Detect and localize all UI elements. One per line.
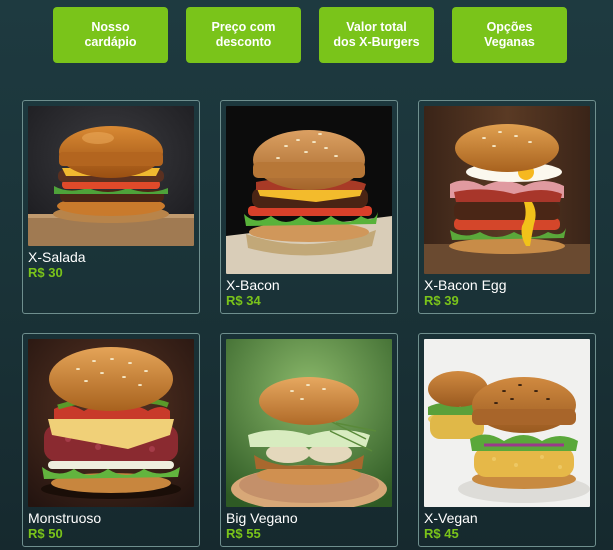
menu-item-price: R$ 30	[28, 265, 63, 280]
menu-item-name: X-Bacon	[226, 277, 280, 293]
menu-item-price: R$ 45	[424, 526, 459, 541]
burger-image	[28, 106, 194, 246]
menu-item-name: Big Vegano	[226, 510, 298, 526]
nav-button-menu[interactable]: Nosso cardápio	[53, 7, 168, 63]
menu-item-price: R$ 34	[226, 293, 261, 308]
menu-item-name: X-Bacon Egg	[424, 277, 507, 293]
menu-card-monstruoso[interactable]: Monstruoso R$ 50	[22, 333, 200, 547]
menu-item-price: R$ 55	[226, 526, 261, 541]
menu-item-name: Monstruoso	[28, 510, 102, 526]
top-nav: Nosso cardápio Preço com desconto Valor …	[53, 7, 567, 63]
menu-card-big-vegano[interactable]: Big Vegano R$ 55	[220, 333, 398, 547]
menu-item-name: X-Vegan	[424, 510, 478, 526]
burger-image	[28, 339, 194, 507]
nav-button-vegan-options[interactable]: Opções Veganas	[452, 7, 567, 63]
burger-image	[226, 339, 392, 507]
menu-item-name: X-Salada	[28, 249, 86, 265]
burger-image	[424, 339, 590, 507]
nav-button-discount-price[interactable]: Preço com desconto	[186, 7, 301, 63]
burger-image	[424, 106, 590, 274]
menu-item-price: R$ 50	[28, 526, 63, 541]
menu-card-x-bacon[interactable]: X-Bacon R$ 34	[220, 100, 398, 314]
nav-button-total-value[interactable]: Valor total dos X-Burgers	[319, 7, 434, 63]
menu-card-x-salada[interactable]: X-Salada R$ 30	[22, 100, 200, 314]
burger-image	[226, 106, 392, 274]
menu-card-x-vegan[interactable]: X-Vegan R$ 45	[418, 333, 596, 547]
menu-item-price: R$ 39	[424, 293, 459, 308]
menu-card-x-bacon-egg[interactable]: X-Bacon Egg R$ 39	[418, 100, 596, 314]
